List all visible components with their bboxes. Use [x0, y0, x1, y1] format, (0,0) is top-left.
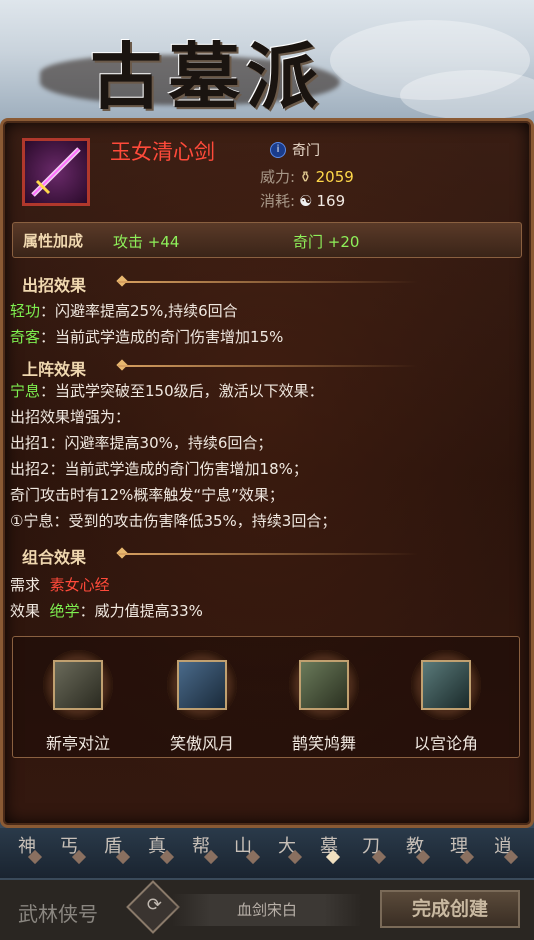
attack-bonus: 攻击 +44 [113, 233, 180, 251]
yin-yang-icon: ☯ [299, 191, 313, 210]
power-icon: ⚱ [299, 167, 312, 186]
formation-effect-line: ①宁息：受到的攻击伤害降低35%，持续3回合； [10, 512, 337, 530]
skill-name: 笑傲风月 [169, 734, 234, 753]
combo-effect: 效果 绝学：威力值提高33% [10, 602, 203, 620]
title-label: 武林侠号 [18, 902, 98, 926]
skill-portrait-icon [177, 660, 227, 710]
section-divider [118, 365, 418, 367]
skill-slot[interactable]: 笑傲风月 [152, 650, 252, 754]
attack-effect-line: 奇客：当前武学造成的奇门伤害增加15% [10, 328, 284, 346]
skill-slot[interactable]: 鹊笑鸠舞 [274, 650, 374, 754]
sect-title: 古墓派 [90, 34, 325, 119]
info-icon[interactable]: i [270, 142, 286, 158]
attribute-bonus-title: 属性加成 [23, 232, 84, 250]
skill-name: 以宫论角 [413, 734, 478, 753]
item-type-label: 奇门 [292, 143, 320, 159]
attack-effect-line: 轻功：闪避率提高25%,持续6回合 [10, 302, 238, 320]
section-divider [118, 281, 418, 283]
shuffle-icon: ⟳ [146, 894, 162, 916]
formation-effect-line: 宁息：当武学突破至150级后，激活以下效果： [10, 382, 324, 400]
power-label: 威力: [260, 168, 296, 186]
combo-effects-title: 组合效果 [22, 548, 87, 567]
skill-slot[interactable]: 新亭对泣 [28, 650, 128, 754]
complete-create-button[interactable]: 完成创建 [380, 890, 520, 928]
cost-label: 消耗: [260, 192, 296, 210]
skill-name: 新亭对泣 [45, 734, 110, 753]
item-type: i 奇门 [270, 140, 320, 160]
section-divider [118, 553, 418, 555]
formation-effects-title: 上阵效果 [22, 360, 87, 379]
cost-row: 消耗: ☯ 169 [260, 190, 345, 211]
skill-name: 鹊笑鸠舞 [291, 734, 356, 753]
combo-requirement: 需求 素女心经 [10, 576, 110, 594]
cost-value: 169 [316, 191, 346, 210]
formation-effect-line: 出招效果增强为： [10, 408, 131, 426]
sword-item-icon [22, 138, 90, 206]
qimen-bonus: 奇门 +20 [293, 233, 360, 251]
skill-portrait-icon [421, 660, 471, 710]
attack-effects-title: 出招效果 [22, 276, 87, 295]
power-value: 2059 [315, 167, 354, 186]
skill-slot[interactable]: 以宫论角 [396, 650, 496, 754]
item-name: 玉女清心剑 [110, 140, 215, 164]
nickname-field[interactable]: 血剑宋白 [172, 894, 362, 926]
power-row: 威力: ⚱ 2059 [260, 166, 354, 187]
formation-effect-line: 奇门攻击时有12%概率触发“宁息”效果； [10, 486, 284, 504]
skill-portrait-icon [299, 660, 349, 710]
formation-effect-line: 出招2：当前武学造成的奇门伤害增加18%； [10, 460, 308, 478]
formation-effect-line: 出招1：闪避率提高30%，持续6回合； [10, 434, 273, 452]
attribute-bonus-bar: 属性加成 攻击 +44 奇门 +20 [12, 222, 522, 258]
skill-portrait-icon [53, 660, 103, 710]
